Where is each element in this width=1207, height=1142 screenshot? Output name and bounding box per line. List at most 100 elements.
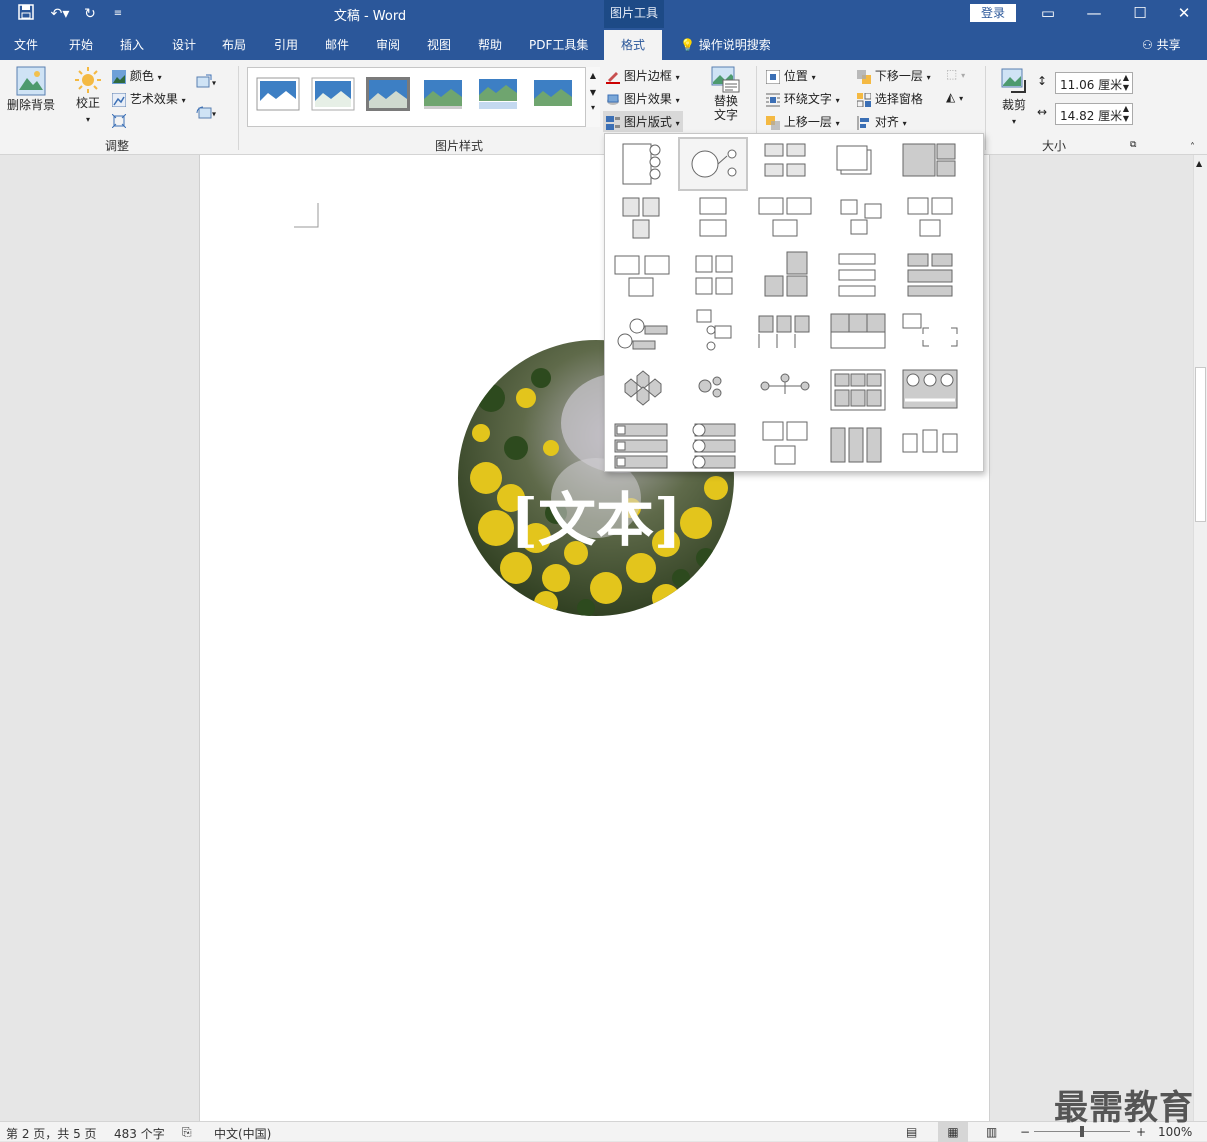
vertical-scrollbar[interactable]: ▲ [1193, 155, 1207, 1121]
layout-option[interactable] [902, 369, 958, 409]
reset-picture-button[interactable]: ▾ [196, 105, 216, 121]
customize-qat-icon[interactable]: ≡ [108, 4, 128, 24]
tab-layout[interactable]: 布局 [222, 36, 246, 53]
layout-option[interactable] [699, 197, 727, 237]
layout-option[interactable] [838, 253, 876, 297]
bring-forward-button[interactable]: 上移一层 ▾ [766, 113, 840, 130]
rotate-button[interactable]: ◭ ▾ [946, 90, 963, 104]
wrap-text-button[interactable]: 环绕文字 ▾ [766, 90, 840, 107]
layout-option[interactable] [692, 423, 736, 469]
artistic-effects-button[interactable]: 艺术效果 ▾ [112, 90, 186, 107]
layout-option[interactable] [614, 423, 668, 469]
selection-pane-button[interactable]: 选择窗格 [857, 90, 923, 107]
layout-option[interactable] [836, 145, 872, 175]
word-count[interactable]: 483 个字 [114, 1125, 165, 1142]
close-icon[interactable]: ✕ [1161, 0, 1207, 28]
web-layout-icon[interactable]: ▥ [986, 1125, 997, 1139]
tab-pdf-tools[interactable]: PDF工具集 [529, 36, 588, 53]
tab-format[interactable]: 格式 [604, 30, 663, 60]
gallery-more-icon[interactable]: ▾ [586, 103, 600, 112]
layout-option[interactable] [758, 315, 810, 348]
layout-option[interactable] [830, 313, 886, 349]
tab-file[interactable]: 文件 [14, 36, 38, 53]
gallery-down-icon[interactable]: ▼ [586, 88, 600, 97]
language-indicator[interactable]: 中文(中国) [214, 1125, 271, 1142]
height-input[interactable]: 11.06 厘米 ▲ ▼ [1055, 72, 1133, 94]
align-button[interactable]: 对齐 ▾ [857, 113, 907, 130]
crop-button[interactable]: 裁剪 ▾ [997, 66, 1031, 127]
share-button[interactable]: ⚇ 共享 [1142, 36, 1181, 53]
tab-mailings[interactable]: 邮件 [325, 36, 349, 53]
layout-option[interactable] [622, 197, 660, 239]
layout-option[interactable] [764, 143, 806, 177]
page-count[interactable]: 第 2 页，共 5 页 [6, 1125, 97, 1142]
picture-style-thumbnail[interactable] [366, 77, 410, 111]
picture-styles-gallery [247, 67, 600, 127]
minimize-icon[interactable]: — [1071, 0, 1117, 28]
tab-home[interactable]: 开始 [69, 36, 93, 53]
redo-icon[interactable]: ↻ [80, 4, 100, 24]
position-button[interactable]: 位置 ▾ [766, 67, 816, 84]
size-dialog-launcher-icon[interactable]: ⧉ [1130, 140, 1136, 150]
compress-pictures-button[interactable] [112, 113, 126, 128]
layout-option[interactable] [902, 143, 956, 177]
picture-border-button[interactable]: 图片边框 ▾ [606, 67, 680, 84]
color-button[interactable]: 颜色 ▾ [112, 67, 162, 84]
read-mode-icon[interactable]: ▤ [906, 1125, 917, 1139]
layout-option[interactable] [830, 427, 882, 463]
tab-review[interactable]: 审阅 [376, 36, 400, 53]
width-spinner-icon[interactable]: ▲ ▼ [1123, 104, 1129, 124]
gallery-scroll[interactable]: ▲ ▼ ▾ [585, 67, 600, 127]
change-picture-button[interactable]: ▾ [196, 74, 216, 90]
login-button[interactable]: 登录 [970, 4, 1016, 22]
tab-help[interactable]: 帮助 [478, 36, 502, 53]
tab-references[interactable]: 引用 [274, 36, 298, 53]
gallery-up-icon[interactable]: ▲ [586, 71, 600, 80]
picture-style-thumbnail[interactable] [311, 77, 355, 111]
print-layout-icon[interactable]: ▦ [938, 1122, 968, 1142]
layout-option[interactable] [764, 251, 808, 297]
layout-option[interactable] [622, 143, 661, 185]
undo-icon[interactable]: ↶▾ [46, 4, 74, 24]
picture-style-thumbnail[interactable] [256, 77, 300, 111]
layout-option[interactable] [695, 255, 733, 295]
picture-style-thumbnail[interactable] [531, 77, 575, 111]
tab-insert[interactable]: 插入 [120, 36, 144, 53]
layout-option[interactable] [696, 309, 732, 351]
layout-option[interactable] [907, 253, 953, 297]
zoom-out-icon[interactable]: − [1020, 1125, 1030, 1139]
remove-background-button[interactable]: 删除背景 [6, 66, 56, 113]
picture-style-thumbnail[interactable] [421, 77, 465, 111]
maximize-icon[interactable]: ☐ [1117, 0, 1163, 28]
scroll-up-icon[interactable]: ▲ [1196, 159, 1202, 168]
collapse-ribbon-icon[interactable]: ˄ [1190, 142, 1195, 153]
tab-view[interactable]: 视图 [427, 36, 451, 53]
send-backward-button[interactable]: 下移一层 ▾ [857, 67, 931, 84]
group-objects-button[interactable]: ⬚ ▾ [946, 67, 965, 81]
layout-option[interactable] [758, 197, 812, 237]
layout-option[interactable] [830, 369, 886, 411]
width-input[interactable]: 14.82 厘米 ▲ ▼ [1055, 103, 1133, 125]
layout-option[interactable] [624, 370, 662, 406]
height-spinner-icon[interactable]: ▲ ▼ [1123, 73, 1129, 93]
layout-option[interactable] [902, 429, 958, 453]
layout-option[interactable] [617, 318, 668, 350]
tab-design[interactable]: 设计 [172, 36, 196, 53]
layout-option[interactable] [907, 197, 953, 237]
layout-option[interactable] [760, 373, 810, 394]
ribbon-display-options-icon[interactable]: ▭ [1025, 0, 1071, 28]
picture-layout-button[interactable]: 图片版式 ▾ [603, 111, 683, 132]
proofing-icon[interactable]: ⎘ [182, 1125, 192, 1140]
tell-me-search[interactable]: 💡 操作说明搜索 [680, 36, 771, 53]
scroll-thumb[interactable] [1195, 367, 1206, 522]
layout-option[interactable] [614, 255, 670, 297]
corrections-button[interactable]: 校正 ▾ [72, 66, 104, 125]
save-icon[interactable] [16, 4, 36, 24]
picture-effects-button[interactable]: 图片效果 ▾ [606, 90, 680, 107]
layout-option[interactable] [840, 199, 882, 235]
layout-option[interactable] [902, 313, 958, 347]
alt-text-button[interactable]: 替换 文字 [706, 66, 746, 122]
layout-option[interactable] [762, 421, 808, 465]
layout-option[interactable] [698, 376, 722, 398]
picture-style-thumbnail[interactable] [476, 77, 520, 111]
